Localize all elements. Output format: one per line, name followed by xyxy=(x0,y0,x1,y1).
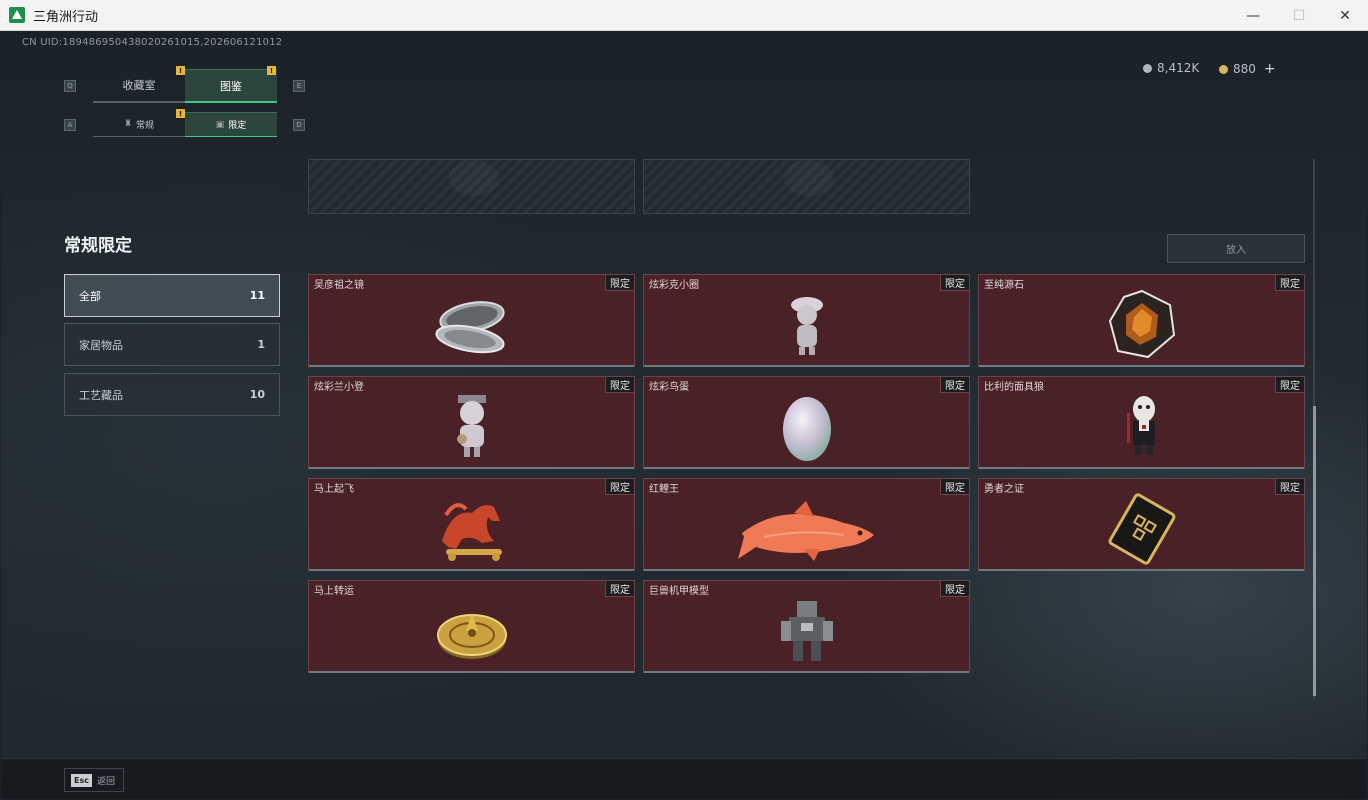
limited-badge: 限定 xyxy=(605,275,634,291)
bottom-bar: Esc 返回 xyxy=(1,758,1367,799)
filter-label: 全部 xyxy=(79,289,101,303)
app-logo-icon xyxy=(9,7,25,23)
subtab-alert-icon: ! xyxy=(176,109,185,118)
regular-icon: ♜ xyxy=(123,119,133,129)
key-hint-q: Q xyxy=(64,80,76,92)
back-button[interactable]: Esc 返回 xyxy=(64,768,124,792)
mirror-compact-icon xyxy=(435,301,505,354)
item-card[interactable]: 红鲤王 限定 xyxy=(643,478,970,571)
item-card[interactable]: 至纯源石 限定 xyxy=(978,274,1305,367)
badge-card-icon xyxy=(1108,493,1176,565)
limited-badge: 限定 xyxy=(605,377,634,393)
key-hint-a: A xyxy=(64,119,76,131)
tab-alert-icon: ! xyxy=(176,66,185,75)
silver-coin-icon xyxy=(1143,63,1152,73)
golden-disc-icon xyxy=(437,613,507,659)
maximize-button[interactable]: ☐ xyxy=(1276,0,1322,31)
currency-gold: 880 + xyxy=(1219,61,1276,77)
filter-count: 10 xyxy=(249,388,265,401)
item-name: 吴彦祖之镜 xyxy=(314,280,364,291)
currency-silver: 8,412K xyxy=(1143,61,1199,75)
key-hint-d: D xyxy=(293,119,305,131)
currency-gold-value: 880 xyxy=(1233,62,1256,76)
subtab-label: 限定 xyxy=(228,121,247,131)
filter-home-items[interactable]: 家居物品 1 xyxy=(64,323,280,366)
window-controls: — ☐ ✕ xyxy=(1230,0,1368,31)
emblem-icon xyxy=(449,160,499,196)
limited-badge: 限定 xyxy=(605,479,634,495)
minimize-button[interactable]: — xyxy=(1230,0,1276,31)
subtab-limited[interactable]: ▣ 限定 xyxy=(185,112,277,137)
item-name: 勇者之证 xyxy=(984,484,1024,495)
tab-label: 图鉴 xyxy=(220,79,242,93)
key-hint-e: E xyxy=(293,80,305,92)
item-card[interactable]: 炫彩兰小登 限定 xyxy=(308,376,635,469)
gold-coin-icon xyxy=(1219,64,1228,74)
filter-craft-collectibles[interactable]: 工艺藏品 10 xyxy=(64,373,280,416)
item-card[interactable]: 吴彦祖之镜 限定 xyxy=(308,274,635,367)
limited-badge: 限定 xyxy=(1275,479,1304,495)
filter-count: 11 xyxy=(249,289,265,302)
limited-badge: 限定 xyxy=(605,581,634,597)
add-currency-button[interactable]: + xyxy=(1264,61,1276,77)
category-title: 常规限定 xyxy=(64,236,132,256)
koi-fish-icon xyxy=(738,501,874,561)
item-name: 比利的面具狼 xyxy=(984,382,1044,393)
item-card[interactable]: 马上转运 限定 xyxy=(308,580,635,673)
tab-codex[interactable]: 图鉴 xyxy=(185,69,277,103)
item-name: 巨兽机甲模型 xyxy=(649,586,709,597)
mech-model-icon xyxy=(781,601,833,661)
puppet-icon xyxy=(1127,396,1155,455)
emblem-icon xyxy=(784,160,834,196)
horse-statue-icon xyxy=(442,503,502,561)
item-name: 至纯源石 xyxy=(984,280,1024,291)
limited-badge: 限定 xyxy=(1275,377,1304,393)
limited-icon: ▣ xyxy=(215,119,225,130)
close-button[interactable]: ✕ xyxy=(1322,0,1368,31)
player-uid: CN UID:1894869504380202610​15,2026061210… xyxy=(22,37,283,48)
figurine-icon xyxy=(791,297,823,355)
window-title: 三角洲行动 xyxy=(33,9,99,25)
currency-silver-value: 8,412K xyxy=(1157,61,1200,75)
limited-badge: 限定 xyxy=(1275,275,1304,291)
item-name: 炫彩克小圈 xyxy=(649,280,699,291)
doll-figurine-icon xyxy=(457,395,486,457)
put-in-button[interactable]: 放入 xyxy=(1167,234,1305,263)
item-card[interactable]: 炫彩鸟蛋 限定 xyxy=(643,376,970,469)
display-slot[interactable] xyxy=(308,159,635,214)
window-titlebar: 三角洲行动 — ☐ ✕ xyxy=(0,0,1368,31)
tab-collection-room[interactable]: 收藏室 xyxy=(93,69,185,103)
item-card[interactable]: 勇者之证 限定 xyxy=(978,478,1305,571)
subtab-label: 常规 xyxy=(136,120,155,131)
limited-badge: 限定 xyxy=(940,479,969,495)
item-card[interactable]: 马上起飞 限定 xyxy=(308,478,635,571)
limited-badge: 限定 xyxy=(940,275,969,291)
filter-label: 工艺藏品 xyxy=(79,388,123,402)
filter-count: 1 xyxy=(257,338,265,351)
limited-badge: 限定 xyxy=(940,377,969,393)
game-viewport: CN UID:1894869504380202610​15,2026061210… xyxy=(1,31,1367,799)
scrollbar-thumb[interactable] xyxy=(1313,406,1316,696)
gem-stone-icon xyxy=(1108,289,1176,359)
item-card[interactable]: 炫彩克小圈 限定 xyxy=(643,274,970,367)
item-name: 红鲤王 xyxy=(649,484,679,495)
item-name: 炫彩兰小登 xyxy=(314,382,364,393)
item-card[interactable]: 巨兽机甲模型 限定 xyxy=(643,580,970,673)
item-name: 炫彩鸟蛋 xyxy=(649,382,689,393)
limited-badge: 限定 xyxy=(940,581,969,597)
item-name: 马上转运 xyxy=(314,586,354,597)
display-slot[interactable] xyxy=(643,159,970,214)
subtab-regular[interactable]: ♜ 常规 xyxy=(93,112,185,137)
tab-alert-icon: ! xyxy=(267,66,276,75)
esc-key-icon: Esc xyxy=(71,773,92,787)
egg-icon xyxy=(783,397,831,461)
tab-label: 收藏室 xyxy=(122,79,156,92)
filter-label: 家居物品 xyxy=(79,338,123,352)
back-label: 返回 xyxy=(96,776,115,787)
item-card[interactable]: 比利的面具狼 限定 xyxy=(978,376,1305,469)
item-name: 马上起飞 xyxy=(314,484,354,495)
filter-all[interactable]: 全部 11 xyxy=(64,274,280,317)
